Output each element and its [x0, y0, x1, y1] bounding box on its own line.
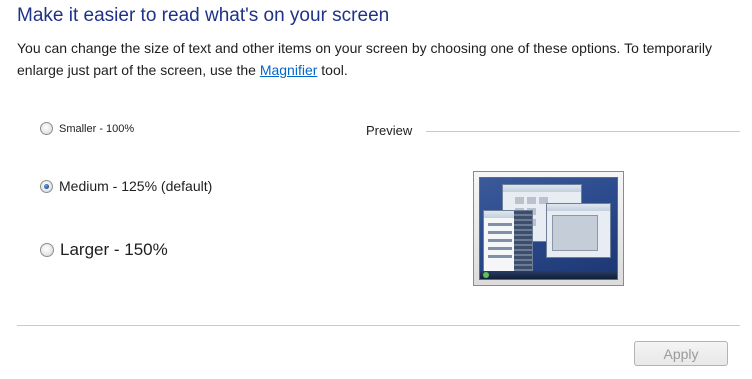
- display-settings-page: Make it easier to read what's on your sc…: [0, 0, 752, 379]
- option-smaller-label: Smaller - 100%: [59, 122, 135, 135]
- option-medium[interactable]: Medium - 125% (default): [40, 178, 212, 194]
- page-title: Make it easier to read what's on your sc…: [17, 5, 390, 26]
- preview-screen: [479, 177, 618, 280]
- option-medium-label: Medium - 125% (default): [59, 178, 213, 194]
- page-description: You can change the size of text and othe…: [17, 37, 717, 81]
- option-larger-label: Larger - 150%: [60, 240, 168, 259]
- description-text-start: You can change the size of text and othe…: [17, 40, 712, 78]
- bottom-divider: [17, 325, 740, 326]
- preview-label: Preview: [366, 123, 413, 138]
- preview-window-left: [483, 210, 533, 278]
- apply-button[interactable]: Apply: [634, 341, 728, 366]
- radio-medium[interactable]: [40, 179, 53, 193]
- preview-window-front: [546, 203, 611, 258]
- preview-taskbar: [480, 271, 617, 279]
- preview-divider: [426, 131, 740, 132]
- magnifier-link[interactable]: Magnifier: [260, 62, 318, 78]
- option-smaller[interactable]: Smaller - 100%: [40, 122, 134, 135]
- desktop-preview-icon: [473, 171, 624, 286]
- start-orb-icon: [483, 272, 489, 278]
- description-text-end: tool.: [317, 62, 348, 78]
- radio-smaller[interactable]: [40, 122, 53, 135]
- option-larger[interactable]: Larger - 150%: [40, 240, 168, 260]
- radio-larger[interactable]: [40, 243, 54, 257]
